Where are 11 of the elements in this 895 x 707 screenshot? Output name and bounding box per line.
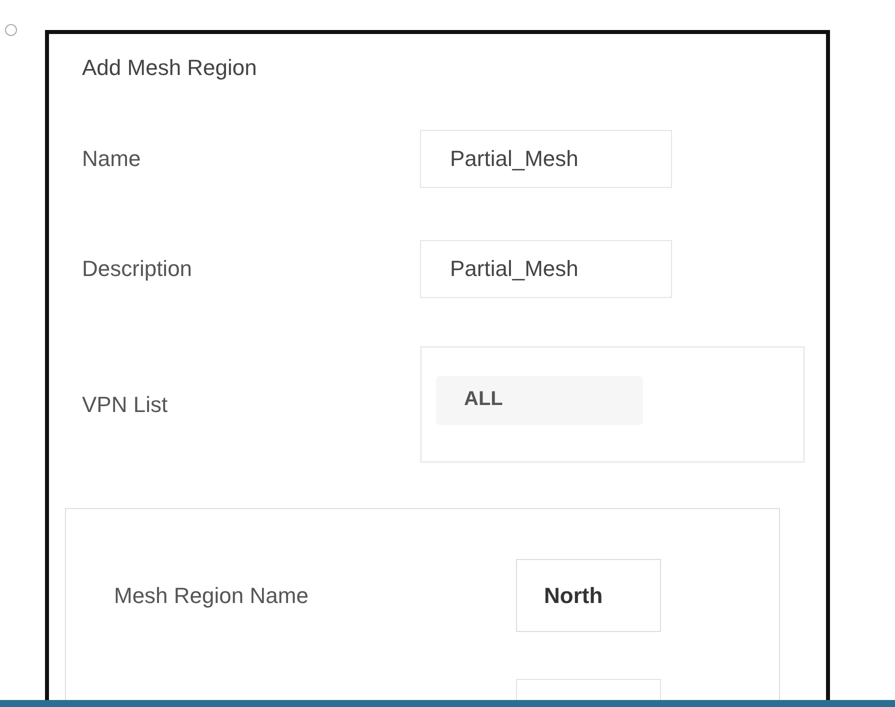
field-label: VPN List bbox=[82, 392, 169, 418]
field-label: Name bbox=[82, 146, 142, 172]
input-field[interactable]: Partial_Mesh bbox=[420, 240, 672, 298]
input-field[interactable]: Partial_Mesh bbox=[420, 130, 672, 188]
field-label: Description bbox=[82, 256, 194, 282]
dialog-title: Add Mesh Region bbox=[81, 54, 258, 82]
radio-button[interactable] bbox=[5, 24, 17, 36]
vpn-tag: ALL bbox=[436, 376, 643, 425]
vpn-list-field[interactable]: ALL bbox=[420, 346, 805, 463]
input-field[interactable]: North bbox=[516, 559, 661, 632]
field-label: Mesh Region Name bbox=[114, 582, 310, 608]
